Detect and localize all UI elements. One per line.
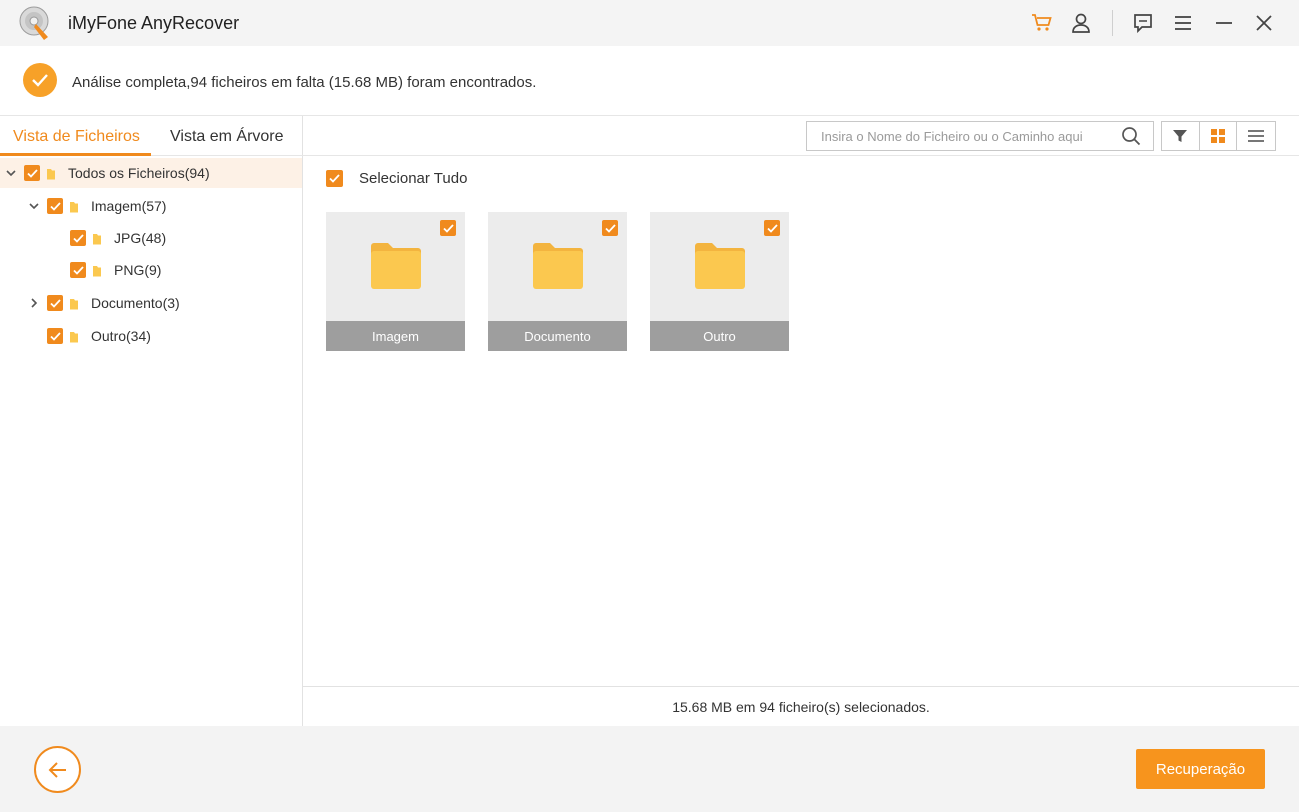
- category-card-imagem[interactable]: Imagem: [326, 212, 465, 351]
- app-logo-icon: [19, 6, 49, 40]
- folder-icon: [533, 243, 583, 289]
- app-title: iMyFone AnyRecover: [68, 13, 240, 33]
- filter-button[interactable]: [1162, 122, 1200, 150]
- search-icon[interactable]: [1121, 126, 1141, 146]
- folder-icon: [371, 243, 421, 289]
- tree-checkbox[interactable]: [70, 230, 86, 246]
- active-tab-indicator: [0, 153, 151, 156]
- scan-status-message: Análise completa,94 ficheiros em falta (…: [72, 74, 537, 91]
- view-mode-group: [1161, 121, 1276, 151]
- arrow-left-icon: [48, 761, 66, 778]
- toolbar-separator: [1112, 10, 1113, 36]
- folder-icon: [69, 297, 79, 310]
- card-label: Documento: [488, 321, 627, 351]
- tree-item-label: Imagem(57): [91, 198, 167, 214]
- chevron-down-icon[interactable]: [28, 200, 40, 212]
- user-icon[interactable]: [1069, 11, 1093, 35]
- search-input[interactable]: [807, 122, 1115, 150]
- back-button[interactable]: [34, 746, 81, 793]
- folder-icon: [92, 232, 102, 245]
- folder-icon: [69, 330, 79, 343]
- folder-icon: [46, 167, 56, 180]
- tree-item-outro[interactable]: Outro(34): [47, 321, 151, 351]
- tree-item-label: PNG(9): [114, 262, 162, 278]
- category-card-outro[interactable]: Outro: [650, 212, 789, 351]
- tree-checkbox[interactable]: [70, 262, 86, 278]
- recover-button[interactable]: Recuperação: [1136, 749, 1265, 789]
- tree-item-label: Documento(3): [91, 295, 180, 311]
- tree-checkbox[interactable]: [47, 198, 63, 214]
- close-icon[interactable]: [1252, 11, 1276, 35]
- folder-icon: [69, 200, 79, 213]
- tab-tree-view[interactable]: Vista em Árvore: [170, 128, 284, 146]
- category-card-documento[interactable]: Documento: [488, 212, 627, 351]
- tree-item-label: JPG(48): [114, 230, 167, 246]
- select-all-label: Selecionar Tudo: [359, 170, 468, 187]
- grid-view-button[interactable]: [1200, 122, 1238, 150]
- view-tabs: Vista de Ficheiros Vista em Árvore: [0, 116, 303, 156]
- cart-icon[interactable]: [1030, 11, 1054, 35]
- folder-icon: [92, 264, 102, 277]
- tree-item-imagem[interactable]: Imagem(57): [28, 191, 166, 221]
- tree-item-all-files[interactable]: Todos os Ficheiros(94): [0, 158, 302, 188]
- title-bar: iMyFone AnyRecover: [0, 0, 1299, 46]
- selection-summary: 15.68 MB em 94 ficheiro(s) selecionados.: [303, 686, 1299, 726]
- left-panel: Vista de Ficheiros Vista em Árvore Todos…: [0, 116, 303, 726]
- card-checkbox[interactable]: [602, 220, 618, 236]
- chevron-down-icon[interactable]: [5, 167, 17, 179]
- tab-file-view[interactable]: Vista de Ficheiros: [13, 128, 140, 146]
- list-icon: [1248, 130, 1265, 142]
- select-all[interactable]: Selecionar Tudo: [326, 170, 467, 187]
- tree-checkbox[interactable]: [47, 328, 63, 344]
- search-box: [806, 121, 1154, 151]
- minimize-icon[interactable]: [1212, 11, 1236, 35]
- select-all-checkbox[interactable]: [326, 170, 343, 187]
- bottom-bar: Recuperação: [0, 726, 1299, 812]
- card-checkbox[interactable]: [440, 220, 456, 236]
- tree-item-jpg[interactable]: JPG(48): [70, 223, 166, 253]
- card-label: Outro: [650, 321, 789, 351]
- card-label: Imagem: [326, 321, 465, 351]
- scan-status-bar: Análise completa,94 ficheiros em falta (…: [0, 46, 1299, 116]
- chevron-right-icon[interactable]: [28, 297, 40, 309]
- folder-icon: [695, 243, 745, 289]
- check-circle-icon: [23, 63, 57, 97]
- card-checkbox[interactable]: [764, 220, 780, 236]
- tree-checkbox[interactable]: [47, 295, 63, 311]
- tree-item-documento[interactable]: Documento(3): [28, 288, 180, 318]
- tree-checkbox[interactable]: [24, 165, 40, 181]
- filter-icon: [1173, 130, 1188, 142]
- content-toolbar: [303, 116, 1299, 156]
- grid-icon: [1211, 129, 1225, 143]
- menu-icon[interactable]: [1171, 11, 1195, 35]
- list-view-button[interactable]: [1237, 122, 1275, 150]
- tree-item-png[interactable]: PNG(9): [70, 255, 161, 285]
- feedback-icon[interactable]: [1131, 11, 1155, 35]
- tree-item-label: Todos os Ficheiros(94): [68, 165, 210, 181]
- tree-item-label: Outro(34): [91, 328, 151, 344]
